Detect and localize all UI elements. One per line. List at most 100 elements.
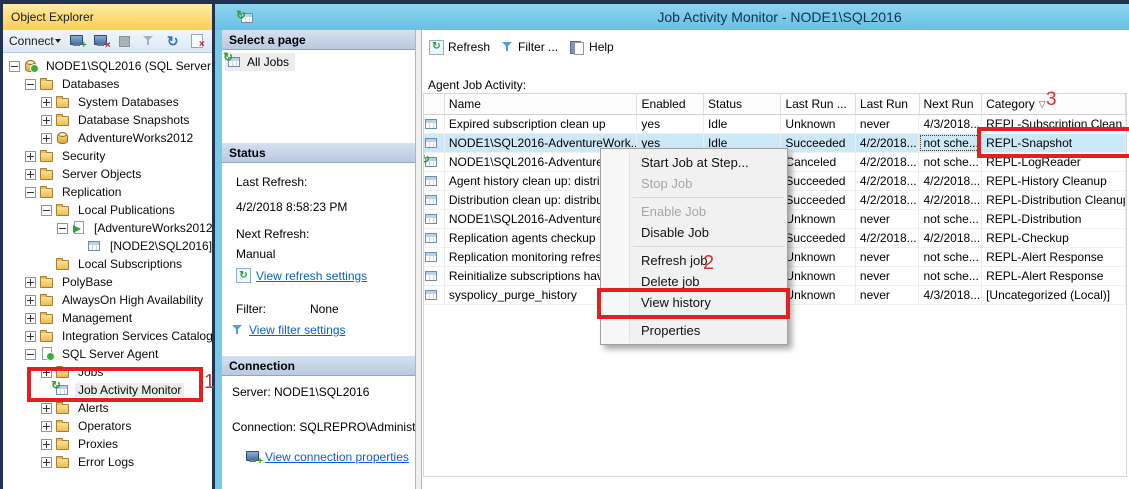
view-connection-properties-link[interactable]: View connection properties (265, 450, 409, 464)
column-header-enabled[interactable]: Enabled (637, 94, 704, 114)
tree-item-adventureworks2012[interactable]: [AdventureWorks2012]: (3, 219, 212, 237)
expand-glyph[interactable] (41, 402, 52, 414)
cell-last-run-outcome: Succeeded (781, 229, 856, 247)
menu-item-disable-job[interactable]: Disable Job (601, 222, 787, 243)
tree-item-server-objects[interactable]: Server Objects (3, 165, 212, 183)
tree-item-error-logs[interactable]: Error Logs (3, 453, 212, 471)
folder-icon (39, 166, 55, 182)
tree-item-polybase[interactable]: PolyBase (3, 273, 212, 291)
chevron-down-icon (54, 39, 61, 43)
collapse-glyph[interactable] (9, 60, 20, 72)
page-item-all-jobs[interactable]: All Jobs (225, 53, 296, 71)
job-icon (424, 211, 440, 227)
column-header-name[interactable]: Name (445, 94, 638, 114)
menu-separator (633, 197, 784, 198)
connect-server-icon[interactable] (69, 34, 84, 48)
object-explorer-panel: Object Explorer Connect NODE1\SQL2016 (S… (3, 4, 212, 489)
toolbar-button-filter[interactable]: Filter ... (499, 37, 561, 57)
tree-item-label: [AdventureWorks2012]: (94, 221, 212, 235)
expand-glyph[interactable] (41, 114, 52, 126)
tree-item-management[interactable]: Management (3, 309, 212, 327)
tree-item-operators[interactable]: Operators (3, 417, 212, 435)
expand-glyph[interactable] (41, 132, 52, 144)
tree-item-system-databases[interactable]: System Databases (3, 93, 212, 111)
toolbar-button-help[interactable]: Help (567, 37, 617, 57)
column-header-status[interactable]: Status (704, 94, 782, 114)
menu-item-refresh-job[interactable]: Refresh job (601, 250, 787, 271)
column-header-next-run[interactable]: Next Run (920, 94, 983, 114)
expand-glyph[interactable] (41, 366, 52, 378)
tree-item-database-snapshots[interactable]: Database Snapshots (3, 111, 212, 129)
expand-glyph[interactable] (25, 168, 36, 180)
tree-item-integration-services-catalogs[interactable]: Integration Services Catalogs (3, 327, 212, 345)
cell-next-run: 4/2/2018... (919, 229, 983, 247)
tree-item-sql-server-agent[interactable]: SQL Server Agent (3, 345, 212, 363)
tree-item-label: Management (62, 311, 133, 325)
expand-glyph[interactable] (25, 294, 36, 306)
tree-item-replication[interactable]: Replication (3, 183, 212, 201)
folder-icon (55, 256, 71, 272)
cell-category: REPL-Snapshot (982, 134, 1126, 152)
tree-item-jobs[interactable]: Jobs (3, 363, 212, 381)
tree-item-alwayson-high-availability[interactable]: AlwaysOn High Availability (3, 291, 212, 309)
window-title: Job Activity Monitor - NODE1\SQL2016 (657, 9, 902, 25)
menu-item-properties[interactable]: Properties (601, 320, 787, 341)
expand-glyph[interactable] (41, 456, 52, 468)
cell-last-run: never (856, 115, 920, 133)
job-icon-cell (424, 286, 445, 304)
server-database-icon (23, 58, 39, 74)
menu-item-delete-job[interactable]: Delete job (601, 271, 787, 292)
collapse-glyph[interactable] (41, 204, 52, 216)
tree-item-node2-sql2016[interactable]: [NODE2\SQL2016].[ (3, 237, 212, 255)
menu-item-start-job-at-step[interactable]: Start Job at Step... (601, 152, 787, 173)
toolbar-button-refresh[interactable]: Refresh (426, 37, 493, 57)
expand-glyph[interactable] (41, 438, 52, 450)
cell-last-run: never (856, 248, 920, 266)
collapse-glyph[interactable] (25, 186, 36, 198)
folder-icon (39, 76, 55, 92)
collapse-glyph[interactable] (57, 222, 68, 234)
tree-item-job-activity-monitor[interactable]: Job Activity Monitor (3, 381, 212, 399)
expand-glyph[interactable] (41, 96, 52, 108)
tree-item-security[interactable]: Security (3, 147, 212, 165)
column-header-label: Last Run (859, 96, 908, 111)
refresh-icon[interactable] (167, 34, 179, 49)
cell-last-run-outcome: Succeeded (781, 134, 856, 152)
script-error-icon[interactable] (190, 34, 203, 48)
folder-icon (39, 328, 55, 344)
folder-icon (55, 112, 71, 128)
cell-next-run: not sche... (919, 267, 983, 285)
cell-last-run: 4/2/2018... (856, 191, 920, 209)
connect-button[interactable]: Connect (9, 34, 61, 48)
tree-item-proxies[interactable]: Proxies (3, 435, 212, 453)
tree-item-local-subscriptions[interactable]: Local Subscriptions (3, 255, 212, 273)
job-row-expired-subscription-clean-up[interactable]: Expired subscription clean up yes Idle Unkn… (424, 115, 1126, 134)
expand-glyph[interactable] (25, 150, 36, 162)
column-header-label: Status (708, 96, 743, 111)
view-refresh-settings-link[interactable]: View refresh settings (256, 269, 367, 283)
pane-splitter[interactable] (415, 30, 422, 489)
menu-item-view-history[interactable]: View history (601, 292, 787, 313)
expand-glyph[interactable] (25, 312, 36, 324)
tree-item-node1-sql2016-sql-server-13-0-1[interactable]: NODE1\SQL2016 (SQL Server 13.0.1 (3, 57, 212, 75)
column-header-label: Last Run ... (785, 96, 847, 111)
expand-glyph[interactable] (25, 330, 36, 342)
expand-glyph[interactable] (41, 420, 52, 432)
column-header-last-run[interactable]: Last Run ... (781, 94, 856, 114)
tree-item-alerts[interactable]: Alerts (3, 399, 212, 417)
cell-last-run-outcome: Canceled (781, 153, 856, 171)
collapse-glyph[interactable] (25, 78, 36, 90)
collapse-glyph[interactable] (25, 348, 36, 360)
column-header-category[interactable]: Category (982, 94, 1126, 114)
job-icon-cell (424, 191, 445, 209)
expand-glyph[interactable] (25, 276, 36, 288)
job-activity-monitor-titlebar[interactable]: Job Activity Monitor - NODE1\SQL2016 (215, 4, 1129, 30)
category-filter-icon[interactable] (1039, 94, 1046, 114)
disconnect-server-icon[interactable] (93, 34, 108, 48)
column-header-icon[interactable] (424, 94, 445, 114)
column-header-last-run[interactable]: Last Run (856, 94, 920, 114)
tree-item-databases[interactable]: Databases (3, 75, 212, 93)
view-filter-settings-link[interactable]: View filter settings (249, 323, 346, 337)
tree-item-local-publications[interactable]: Local Publications (3, 201, 212, 219)
tree-item-adventureworks2012[interactable]: AdventureWorks2012 (3, 129, 212, 147)
